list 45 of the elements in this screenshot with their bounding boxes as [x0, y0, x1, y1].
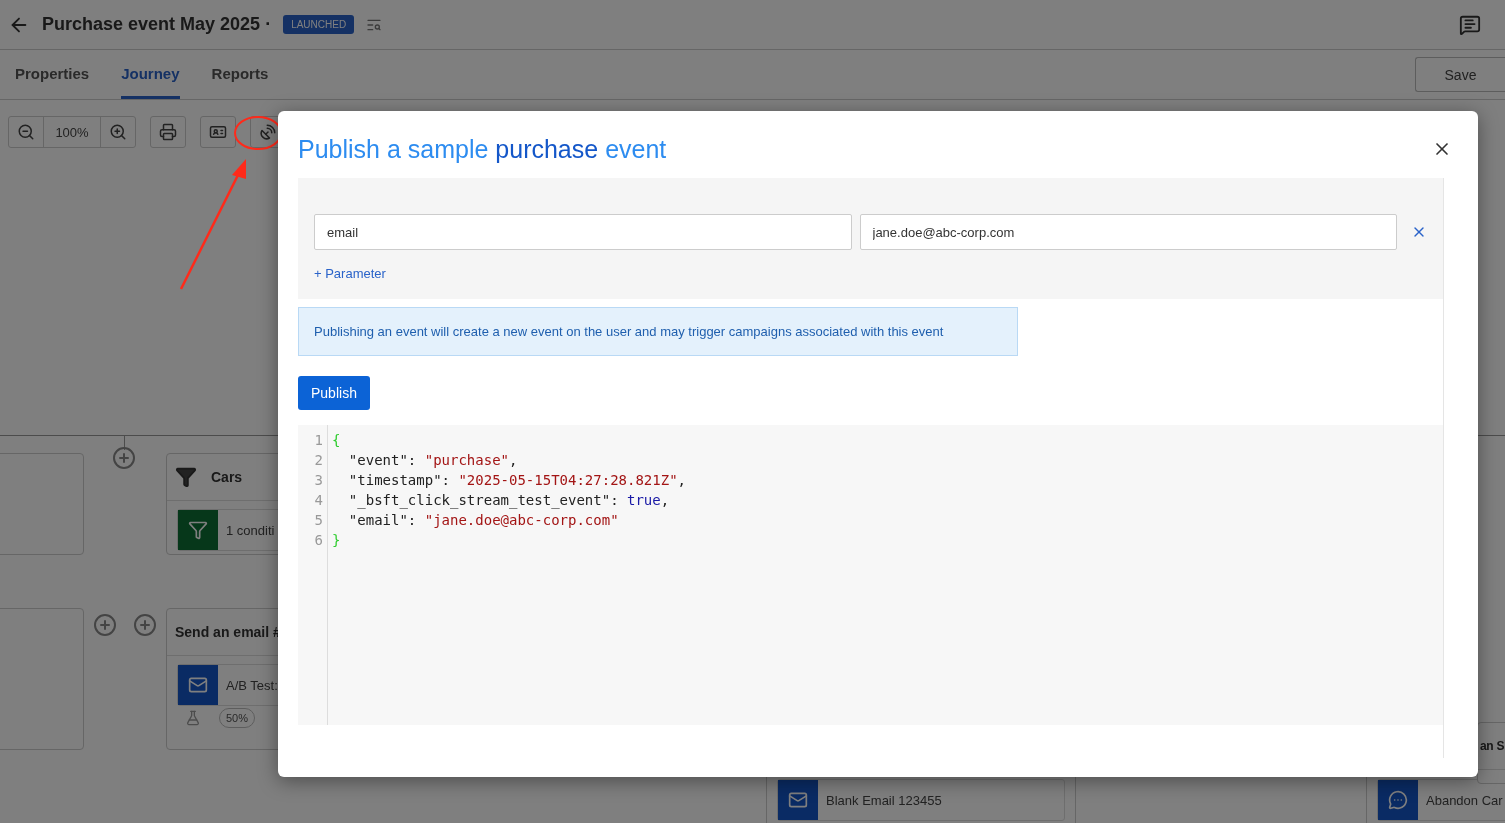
add-step-icon[interactable] [133, 613, 157, 637]
node-title: Cars [211, 469, 243, 485]
add-step-icon[interactable] [93, 613, 117, 637]
line-number: 2 [313, 451, 324, 470]
parameter-value-field[interactable]: jane.doe@abc-corp.com [859, 214, 1397, 250]
envelope-icon [178, 665, 218, 705]
journey-node[interactable] [0, 608, 84, 750]
chat-icon [1378, 780, 1418, 820]
code-line: "_bsft_click_stream_test_event": true, [347, 491, 671, 510]
tab[interactable]: Reports [211, 50, 269, 99]
code-editor[interactable]: 1 2 3 4 5 6 { "event": "purchase", "timestamp": "2025-05-15T04:27:28.821Z", "_bsft_click_stream_test_event": true, "email": "jane.doe@abc-corp.com" } [298, 425, 1443, 725]
flask-icon [185, 710, 201, 726]
comment-icon[interactable] [1459, 13, 1481, 36]
tab[interactable]: Journey [121, 50, 180, 99]
filter-icon [175, 466, 197, 488]
parameter-key-field[interactable]: email [314, 214, 852, 250]
node-label: 1 conditi [225, 522, 275, 538]
tab[interactable]: Properties [15, 50, 90, 99]
zoom-level: 100% [54, 123, 90, 142]
code-line: } [332, 531, 342, 550]
journey-node[interactable]: an S [1477, 722, 1505, 784]
code-line: "email": "jane.doe@abc-corp.com" [347, 511, 620, 530]
code-line: "event": "purchase", [347, 451, 519, 470]
line-number: 6 [313, 531, 324, 550]
node-label: Blank Email 123455 [825, 792, 942, 808]
node-label: A/B Test: [225, 677, 278, 693]
line-number: 1 [313, 431, 324, 450]
node-label: Abandon Car [1425, 792, 1503, 808]
info-notice: Publishing an event will create a new event on the user and may trigger campaigns associated with this event [298, 307, 1018, 356]
code-line: { [332, 431, 342, 450]
node-title: an S [1480, 739, 1505, 753]
status-badge: LAUNCHED [283, 15, 355, 34]
add-step-icon[interactable] [112, 446, 136, 470]
filter-icon [178, 510, 218, 550]
journey-node[interactable] [0, 453, 84, 555]
publish-button[interactable]: Publish [298, 376, 370, 410]
envelope-icon [778, 780, 818, 820]
add-parameter-link[interactable]: + Parameter [314, 266, 386, 281]
save-button[interactable]: Save [1415, 57, 1505, 92]
line-number: 5 [313, 511, 324, 530]
line-number: 3 [313, 471, 324, 490]
code-line: "timestamp": "2025-05-15T04:27:28.821Z", [347, 471, 687, 490]
dialog-title: Publish a sample purchase event [298, 135, 667, 164]
page-title: Purchase event May 2025 · [42, 14, 272, 35]
line-number: 4 [313, 491, 324, 510]
